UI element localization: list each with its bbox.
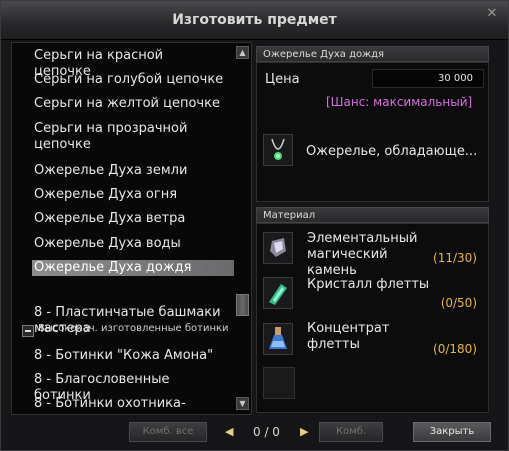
detail-header: Ожерелье Духа дождя (256, 46, 489, 62)
scroll-thumb[interactable] (236, 294, 249, 316)
material-name: Элементальный магический камень (307, 231, 418, 278)
prev-page-icon[interactable]: ◀ (225, 425, 233, 438)
chance-text: [Шанс: максимальный] (326, 95, 473, 109)
recipe-list: Серьги на красной цепочке Серьги на голу… (11, 42, 252, 415)
price-value: 30 000 (372, 69, 484, 88)
price-label: Цена (265, 72, 300, 87)
list-scrollbar[interactable]: ▲ ▼ (236, 46, 249, 410)
empty-material-slot (263, 367, 295, 399)
crystal-stone-icon[interactable] (263, 232, 293, 264)
list-item[interactable]: 8 - Ботинки охотника-мастера (34, 396, 224, 414)
material-name: Кристалл флетты (307, 277, 430, 292)
list-item[interactable]: 8 - Пластинчатые башмаки мастера (34, 305, 234, 337)
list-item[interactable]: Серьги на желтой цепочке (34, 96, 224, 112)
detail-panel: Ожерелье Духа дождя Цена 30 000 [Шанс: м… (256, 42, 491, 413)
title-bar[interactable]: Изготовить предмет ✕ (1, 1, 508, 40)
crafting-window: Изготовить предмет ✕ Серьги на красной ц… (0, 0, 509, 451)
list-item-selected[interactable]: Ожерелье Духа дождя (32, 260, 234, 276)
material-count: (0/50) (440, 296, 477, 310)
next-page-icon[interactable]: ▶ (300, 425, 308, 438)
list-item[interactable]: Серьги на голубой цепочке (34, 72, 224, 88)
material-header: Материал (256, 207, 489, 223)
list-item[interactable]: Ожерелье Духа земли (34, 163, 224, 179)
scroll-down-icon[interactable]: ▼ (236, 397, 249, 410)
collapse-toggle[interactable] (22, 325, 34, 337)
list-item[interactable]: Серьги на прозрачной цепочке (34, 121, 234, 153)
list-item[interactable]: 8 - Ботинки "Кожа Амона" (34, 348, 224, 364)
product-name: Ожерелье, обладающе... (306, 144, 478, 159)
scroll-up-icon[interactable]: ▲ (236, 46, 249, 59)
green-crystal-icon[interactable] (263, 277, 293, 309)
material-count: (0/180) (433, 342, 477, 356)
close-button[interactable]: Закрыть (413, 422, 491, 442)
window-title: Изготовить предмет (172, 12, 337, 28)
list-item[interactable]: Ожерелье Духа ветра (34, 211, 224, 227)
combine-button[interactable]: Комб. (319, 422, 383, 442)
potion-flask-icon[interactable] (263, 323, 293, 355)
necklace-icon[interactable] (263, 134, 293, 166)
list-item[interactable]: Ожерелье Духа огня (34, 187, 224, 203)
close-icon[interactable]: ✕ (484, 6, 500, 22)
list-item[interactable]: Ожерелье Духа воды (34, 236, 224, 252)
combine-all-button[interactable]: Комб. все (129, 422, 207, 442)
material-name: Концентрат флетты (307, 321, 390, 352)
material-count: (11/30) (433, 251, 477, 265)
page-indicator: 0 / 0 (253, 425, 280, 439)
